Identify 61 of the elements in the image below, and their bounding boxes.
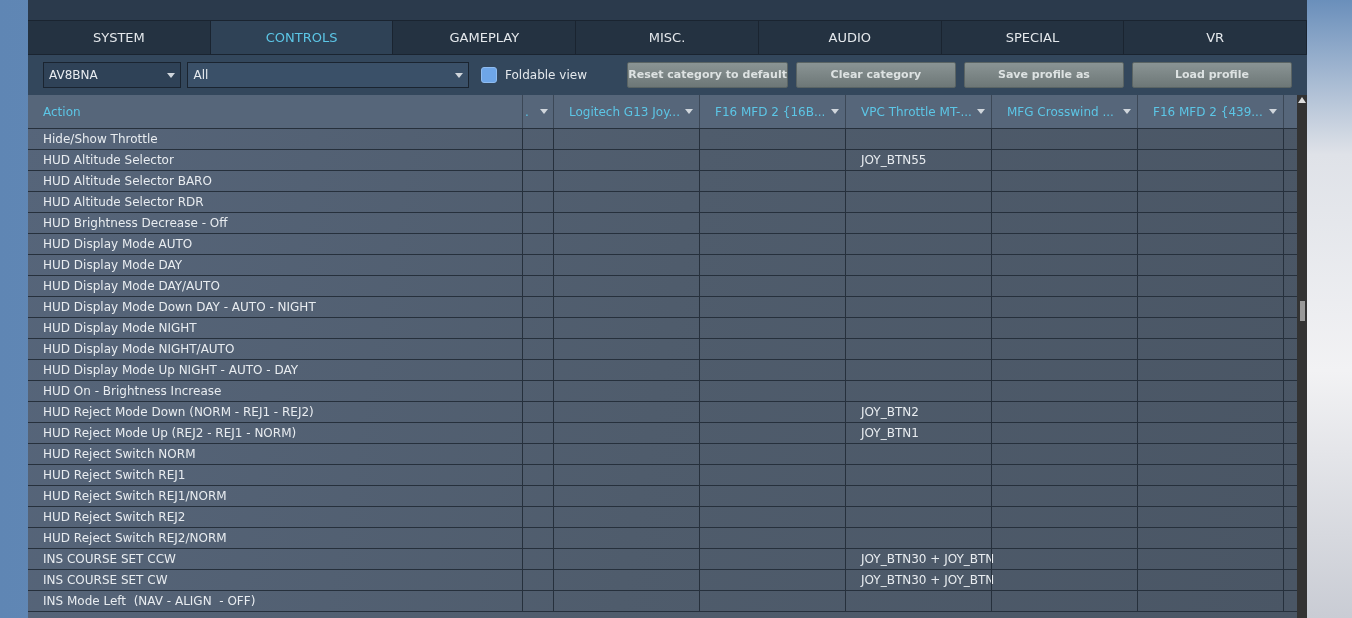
action-cell[interactable]: HUD Display Mode AUTO (28, 234, 522, 254)
tab[interactable]: MISC. (576, 21, 759, 54)
action-cell[interactable]: INS Mode Left (NAV - ALIGN - OFF) (28, 591, 522, 611)
toolbar-button[interactable]: Load profile (1131, 62, 1292, 88)
action-cell[interactable]: HUD Reject Switch REJ2/NORM (28, 528, 522, 548)
tab[interactable]: SPECIAL (941, 21, 1125, 54)
column-header[interactable]: F16 MFD 2 {439... (1137, 95, 1283, 128)
caret-icon (1269, 109, 1277, 114)
action-cell[interactable]: HUD Altitude Selector BARO (28, 171, 522, 191)
aircraft-dropdown[interactable]: AV8BNA (43, 62, 182, 88)
action-cell[interactable]: HUD Reject Switch NORM (28, 444, 522, 464)
binding-cell[interactable]: JOY_BTN1 (861, 424, 919, 442)
action-cell[interactable]: HUD Reject Mode Up (REJ2 - REJ1 - NORM) (28, 423, 522, 443)
caret-icon (455, 72, 464, 78)
caret-icon (977, 109, 985, 114)
action-cell[interactable]: HUD Brightness Decrease - Off (28, 213, 522, 233)
caret-icon (167, 72, 176, 78)
action-cell[interactable]: HUD Display Mode Down DAY - AUTO - NIGHT (28, 297, 522, 317)
action-cell[interactable]: HUD Display Mode NIGHT (28, 318, 522, 338)
column-header[interactable]: . (522, 95, 553, 128)
tab[interactable]: SYSTEM (28, 21, 211, 54)
tab[interactable]: GAMEPLAY (393, 21, 577, 54)
action-cell[interactable]: HUD Display Mode Up NIGHT - AUTO - DAY (28, 360, 522, 380)
action-cell[interactable]: HUD Reject Mode Down (NORM - REJ1 - REJ2) (28, 402, 522, 422)
action-cell[interactable]: HUD Altitude Selector (28, 150, 522, 170)
binding-cell[interactable]: JOY_BTN30 + JOY_BTN (861, 571, 995, 589)
binding-cell[interactable]: JOY_BTN30 + JOY_BTN (861, 550, 995, 568)
action-cell[interactable]: HUD Altitude Selector RDR (28, 192, 522, 212)
foldable-view-label: Foldable view (505, 67, 587, 84)
column-header[interactable]: MFG Crosswind ... (991, 95, 1137, 128)
action-cell[interactable]: HUD Display Mode DAY (28, 255, 522, 275)
action-cell[interactable]: HUD On - Brightness Increase (28, 381, 522, 401)
toolbar-button[interactable]: Reset category to default (627, 62, 788, 88)
toolbar-button[interactable]: Save profile as (963, 62, 1124, 88)
tab[interactable]: VR (1124, 21, 1308, 54)
category-dropdown[interactable]: All (187, 62, 470, 88)
caret-icon (1123, 109, 1131, 114)
caret-icon (831, 109, 839, 114)
binding-cell[interactable]: JOY_BTN55 (861, 151, 927, 169)
column-header[interactable]: F16 MFD 2 {16B... (699, 95, 845, 128)
action-cell[interactable]: INS COURSE SET CCW (28, 549, 522, 569)
column-header[interactable]: VPC Throttle MT-... (845, 95, 991, 128)
column-header[interactable]: Action (28, 95, 522, 128)
tab[interactable]: CONTROLS (210, 21, 394, 54)
action-cell[interactable]: HUD Reject Switch REJ1 (28, 465, 522, 485)
toolbar-button[interactable]: Clear category (795, 62, 956, 88)
action-cell[interactable]: HUD Display Mode NIGHT/AUTO (28, 339, 522, 359)
binding-cell[interactable]: JOY_BTN2 (861, 403, 919, 421)
scroll-up-icon[interactable] (1298, 97, 1306, 103)
foldable-view-checkbox[interactable] (481, 67, 498, 83)
action-cell[interactable]: Hide/Show Throttle (28, 129, 522, 149)
action-cell[interactable]: HUD Reject Switch REJ1/NORM (28, 486, 522, 506)
action-cell[interactable]: INS COURSE SET CW (28, 570, 522, 590)
action-cell[interactable]: HUD Display Mode DAY/AUTO (28, 276, 522, 296)
caret-icon (685, 109, 693, 114)
action-cell[interactable]: HUD Reject Switch REJ2 (28, 507, 522, 527)
column-header[interactable]: Logitech G13 Joy... (553, 95, 699, 128)
caret-icon (540, 109, 548, 114)
scrollbar[interactable] (1297, 95, 1307, 618)
scrollbar-thumb[interactable] (1299, 301, 1305, 321)
tab[interactable]: AUDIO (758, 21, 942, 54)
